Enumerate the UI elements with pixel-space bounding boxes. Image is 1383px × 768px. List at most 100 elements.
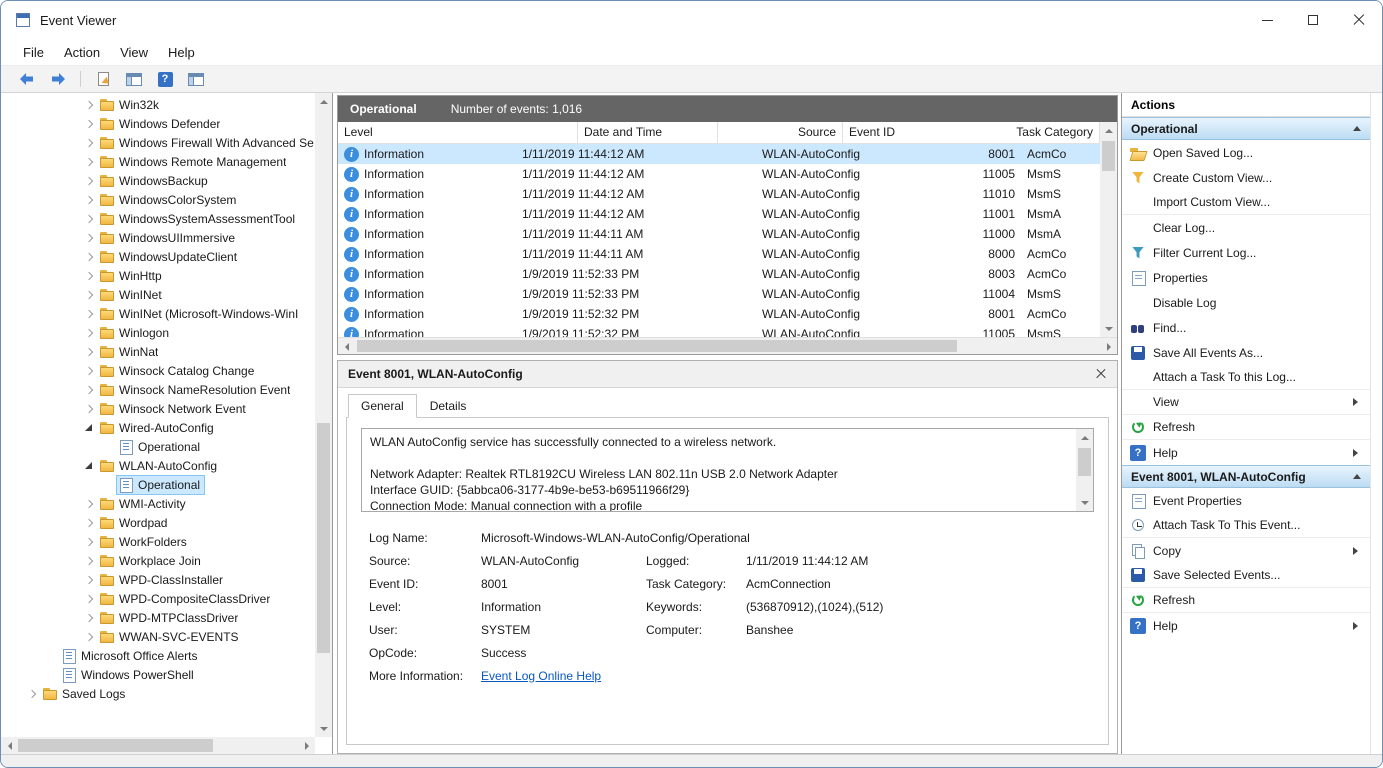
tree-item[interactable]: WindowsUIImmersive bbox=[1, 228, 315, 247]
tree-item[interactable]: Microsoft Office Alerts bbox=[1, 646, 315, 665]
action-item[interactable]: Help bbox=[1122, 440, 1370, 465]
scroll-up-arrow[interactable] bbox=[1100, 122, 1117, 139]
tree-item[interactable]: WPD-CompositeClassDriver bbox=[1, 589, 315, 608]
tree-item[interactable]: WindowsUpdateClient bbox=[1, 247, 315, 266]
table-row[interactable]: Information 1/11/2019 11:44:12 AM WLAN-A… bbox=[338, 144, 1100, 164]
action-item[interactable]: Attach Task To This Event... bbox=[1122, 513, 1370, 538]
tree-item[interactable]: Win32k bbox=[1, 95, 315, 114]
menu-item[interactable]: Action bbox=[54, 42, 110, 63]
tree-expand-chevron[interactable] bbox=[81, 287, 97, 303]
tree-item[interactable]: WPD-ClassInstaller bbox=[1, 570, 315, 589]
tree-expand-chevron[interactable] bbox=[81, 382, 97, 398]
tree-expand-chevron[interactable] bbox=[100, 477, 116, 493]
table-row[interactable]: Information 1/11/2019 11:44:12 AM WLAN-A… bbox=[338, 204, 1100, 224]
tree-item[interactable]: Windows Defender bbox=[1, 114, 315, 133]
scroll-down-arrow[interactable] bbox=[1100, 320, 1117, 337]
tree-item[interactable]: WorkFolders bbox=[1, 532, 315, 551]
tree-item[interactable]: Windows Remote Management bbox=[1, 152, 315, 171]
action-item[interactable]: View bbox=[1122, 390, 1370, 415]
tree-expand-chevron[interactable] bbox=[43, 648, 59, 664]
close-button[interactable] bbox=[1336, 1, 1382, 39]
action-item[interactable]: Find... bbox=[1122, 315, 1370, 340]
tree-expand-chevron[interactable] bbox=[81, 401, 97, 417]
tab-details[interactable]: Details bbox=[417, 394, 480, 418]
tree-expand-chevron[interactable] bbox=[81, 572, 97, 588]
action-item[interactable]: Attach a Task To this Log... bbox=[1122, 365, 1370, 390]
tree-expand-chevron[interactable] bbox=[81, 135, 97, 151]
tree-expand-chevron[interactable] bbox=[81, 325, 97, 341]
tree-expand-chevron[interactable] bbox=[81, 249, 97, 265]
tree-vertical-scrollbar[interactable] bbox=[315, 93, 332, 737]
table-row[interactable]: Information 1/9/2019 11:52:33 PM WLAN-Au… bbox=[338, 284, 1100, 304]
table-row[interactable]: Information 1/11/2019 11:44:12 AM WLAN-A… bbox=[338, 184, 1100, 204]
tree-item[interactable]: Winlogon bbox=[1, 323, 315, 342]
scroll-down-arrow[interactable] bbox=[1076, 494, 1093, 511]
tree-item[interactable]: Winsock Network Event bbox=[1, 399, 315, 418]
tree-expand-chevron[interactable] bbox=[81, 306, 97, 322]
tree-item[interactable]: Wordpad bbox=[1, 513, 315, 532]
scroll-down-arrow[interactable] bbox=[315, 720, 332, 737]
tree-item[interactable]: Workplace Join bbox=[1, 551, 315, 570]
collapse-section-icon[interactable] bbox=[1353, 470, 1361, 479]
minimize-button[interactable] bbox=[1244, 1, 1290, 39]
tree-expand-chevron[interactable] bbox=[81, 344, 97, 360]
scroll-up-arrow[interactable] bbox=[315, 93, 332, 110]
action-item[interactable]: Refresh bbox=[1122, 415, 1370, 440]
tree-item[interactable]: WPD-MTPClassDriver bbox=[1, 608, 315, 627]
tree-expand-chevron[interactable] bbox=[81, 268, 97, 284]
tree-item[interactable]: Operational bbox=[1, 475, 315, 494]
tree-expand-chevron[interactable] bbox=[81, 116, 97, 132]
scroll-left-arrow[interactable] bbox=[1, 737, 18, 754]
scroll-left-arrow[interactable] bbox=[338, 338, 355, 355]
tree-expand-chevron[interactable] bbox=[81, 458, 97, 474]
action-item[interactable]: Disable Log bbox=[1122, 290, 1370, 315]
tree-expand-chevron[interactable] bbox=[81, 591, 97, 607]
table-row[interactable]: Information 1/9/2019 11:52:33 PM WLAN-Au… bbox=[338, 264, 1100, 284]
tree-item[interactable]: WinINet bbox=[1, 285, 315, 304]
actions-section-header-operational[interactable]: Operational bbox=[1122, 117, 1370, 140]
scrollbar-thumb[interactable] bbox=[317, 423, 330, 653]
tree-expand-chevron[interactable] bbox=[81, 173, 97, 189]
scrollbar-thumb[interactable] bbox=[18, 739, 213, 752]
maximize-button[interactable] bbox=[1290, 1, 1336, 39]
tree-expand-chevron[interactable] bbox=[81, 629, 97, 645]
table-row[interactable]: Information 1/11/2019 11:44:12 AM WLAN-A… bbox=[338, 164, 1100, 184]
tab-general[interactable]: General bbox=[348, 394, 417, 418]
column-header[interactable]: Source bbox=[718, 122, 843, 143]
events-horizontal-scrollbar[interactable] bbox=[338, 337, 1117, 354]
scroll-right-arrow[interactable] bbox=[1100, 338, 1117, 355]
tree-item[interactable]: WindowsBackup bbox=[1, 171, 315, 190]
column-header[interactable]: Event ID bbox=[843, 122, 1010, 143]
action-item[interactable]: Refresh bbox=[1122, 588, 1370, 613]
action-item[interactable]: Properties bbox=[1122, 265, 1370, 290]
event-log-online-help-link[interactable]: Event Log Online Help bbox=[481, 669, 601, 683]
description-scrollbar[interactable] bbox=[1076, 429, 1093, 511]
preview-close-icon[interactable] bbox=[1095, 368, 1107, 380]
tree-expand-chevron[interactable] bbox=[81, 515, 97, 531]
scrollbar-thumb[interactable] bbox=[1078, 448, 1091, 476]
tree-item[interactable]: WLAN-AutoConfig bbox=[1, 456, 315, 475]
show-action-pane-button[interactable] bbox=[184, 68, 208, 90]
action-item[interactable]: Save Selected Events... bbox=[1122, 563, 1370, 588]
tree-item[interactable]: Saved Logs bbox=[1, 684, 315, 703]
tree-item[interactable]: Winsock NameResolution Event bbox=[1, 380, 315, 399]
action-item[interactable]: Copy bbox=[1122, 538, 1370, 563]
tree-item[interactable]: Operational bbox=[1, 437, 315, 456]
tree-expand-chevron[interactable] bbox=[81, 534, 97, 550]
tree-expand-chevron[interactable] bbox=[100, 439, 116, 455]
collapse-section-icon[interactable] bbox=[1353, 122, 1361, 131]
tree-expand-chevron[interactable] bbox=[81, 610, 97, 626]
scroll-right-arrow[interactable] bbox=[298, 737, 315, 754]
tree-horizontal-scrollbar[interactable] bbox=[1, 737, 315, 754]
tree-expand-chevron[interactable] bbox=[24, 686, 40, 702]
action-item[interactable]: Import Custom View... bbox=[1122, 190, 1370, 215]
column-header[interactable]: Task Category bbox=[1010, 122, 1100, 143]
tree-item[interactable]: WindowsSystemAssessmentTool bbox=[1, 209, 315, 228]
tree-item[interactable]: WinNat bbox=[1, 342, 315, 361]
tree-expand-chevron[interactable] bbox=[81, 154, 97, 170]
tree-expand-chevron[interactable] bbox=[81, 230, 97, 246]
table-row[interactable]: Information 1/9/2019 11:52:32 PM WLAN-Au… bbox=[338, 304, 1100, 324]
action-item[interactable]: Save All Events As... bbox=[1122, 340, 1370, 365]
table-row[interactable]: Information 1/9/2019 11:52:32 PM WLAN-Au… bbox=[338, 324, 1100, 337]
action-item[interactable]: Filter Current Log... bbox=[1122, 240, 1370, 265]
